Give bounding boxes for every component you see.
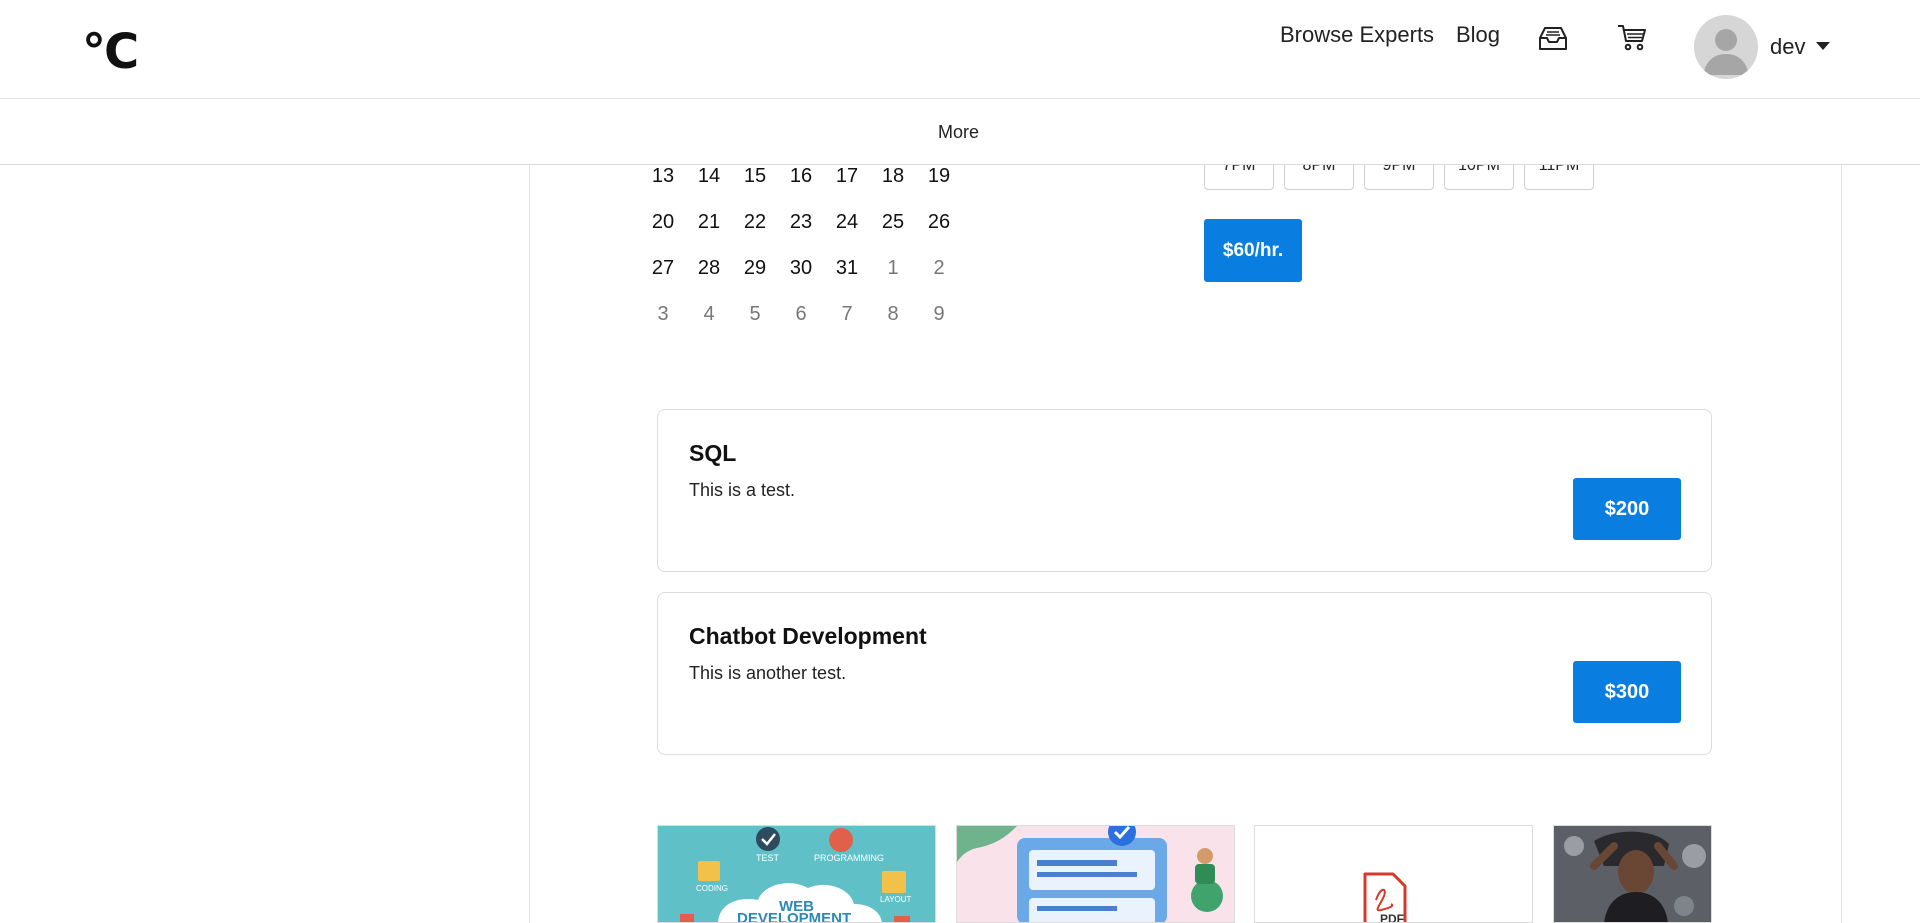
service-card: SQL This is a test. $200: [657, 409, 1712, 572]
top-navbar: °C Browse Experts Blog dev: [0, 0, 1920, 99]
checklist-illustration: [957, 826, 1223, 922]
calendar-day[interactable]: 4: [686, 303, 732, 326]
calendar-day[interactable]: 5: [732, 303, 778, 326]
calendar-day[interactable]: 31: [824, 257, 870, 280]
calendar-day[interactable]: 27: [640, 257, 686, 280]
calendar-day[interactable]: 15: [732, 165, 778, 188]
pdf-file-icon: [1363, 872, 1407, 922]
cart-icon[interactable]: [1616, 22, 1648, 52]
chevron-down-icon[interactable]: [1816, 42, 1830, 50]
calendar-day[interactable]: 18: [870, 165, 916, 188]
calendar-day[interactable]: 28: [686, 257, 732, 280]
service-title: Chatbot Development: [689, 623, 927, 649]
calendar-day[interactable]: 20: [640, 211, 686, 234]
pdf-label: PDF: [1380, 912, 1404, 923]
calendar-day[interactable]: 24: [824, 211, 870, 234]
tile-label-coding: CODING: [696, 884, 728, 893]
calendar-day[interactable]: 2: [916, 257, 962, 280]
gallery-tile-photo[interactable]: [1553, 825, 1712, 923]
content-right-border: [1841, 165, 1842, 923]
calendar-day[interactable]: 8: [870, 303, 916, 326]
service-price-button[interactable]: $200: [1573, 478, 1681, 540]
content-left-border: [529, 165, 530, 923]
calendar-day[interactable]: 26: [916, 211, 962, 234]
user-avatar[interactable]: [1694, 15, 1758, 79]
calendar-day[interactable]: 7: [824, 303, 870, 326]
calendar-day[interactable]: 13: [640, 165, 686, 188]
browse-experts-link[interactable]: Browse Experts: [1280, 22, 1434, 48]
gallery-tile-checklist[interactable]: [956, 825, 1235, 923]
tile-label-programming: PROGRAMMING: [814, 853, 885, 863]
tile-title-development: DEVELOPMENT: [737, 910, 852, 923]
calendar-day[interactable]: 29: [732, 257, 778, 280]
service-price-button[interactable]: $300: [1573, 661, 1681, 723]
site-logo[interactable]: °C: [82, 24, 139, 80]
calendar-day[interactable]: 23: [778, 211, 824, 234]
gallery-tile-pdf[interactable]: PDF: [1254, 825, 1533, 923]
calendar-day[interactable]: 30: [778, 257, 824, 280]
service-card: Chatbot Development This is another test…: [657, 592, 1712, 755]
inbox-icon[interactable]: [1536, 24, 1570, 52]
service-title: SQL: [689, 440, 737, 466]
calendar-day[interactable]: 9: [916, 303, 962, 326]
calendar-day[interactable]: 17: [824, 165, 870, 188]
calendar-day[interactable]: 14: [686, 165, 732, 188]
hourly-rate-button[interactable]: $60/hr.: [1204, 219, 1302, 282]
calendar-day[interactable]: 16: [778, 165, 824, 188]
calendar-day[interactable]: 21: [686, 211, 732, 234]
calendar-day[interactable]: 22: [732, 211, 778, 234]
calendar-day[interactable]: 1: [870, 257, 916, 280]
calendar-day[interactable]: 3: [640, 303, 686, 326]
tile-label-test: TEST: [756, 853, 780, 863]
service-description: This is another test.: [689, 663, 847, 683]
tile-label-layout: LAYOUT: [880, 895, 912, 904]
more-menu[interactable]: More: [938, 122, 979, 143]
blog-link[interactable]: Blog: [1456, 22, 1500, 48]
user-name[interactable]: dev: [1770, 34, 1805, 60]
calendar-day[interactable]: 6: [778, 303, 824, 326]
calendar-day[interactable]: 19: [916, 165, 962, 188]
service-description: This is a test.: [689, 480, 796, 500]
gallery-tile-web-development[interactable]: TEST PROGRAMMING CODING LAYOUT WEB DEVEL…: [657, 825, 936, 923]
calendar-day[interactable]: 25: [870, 211, 916, 234]
portrait-photo: [1554, 826, 1711, 922]
avatar-placeholder-icon: [1703, 29, 1749, 75]
